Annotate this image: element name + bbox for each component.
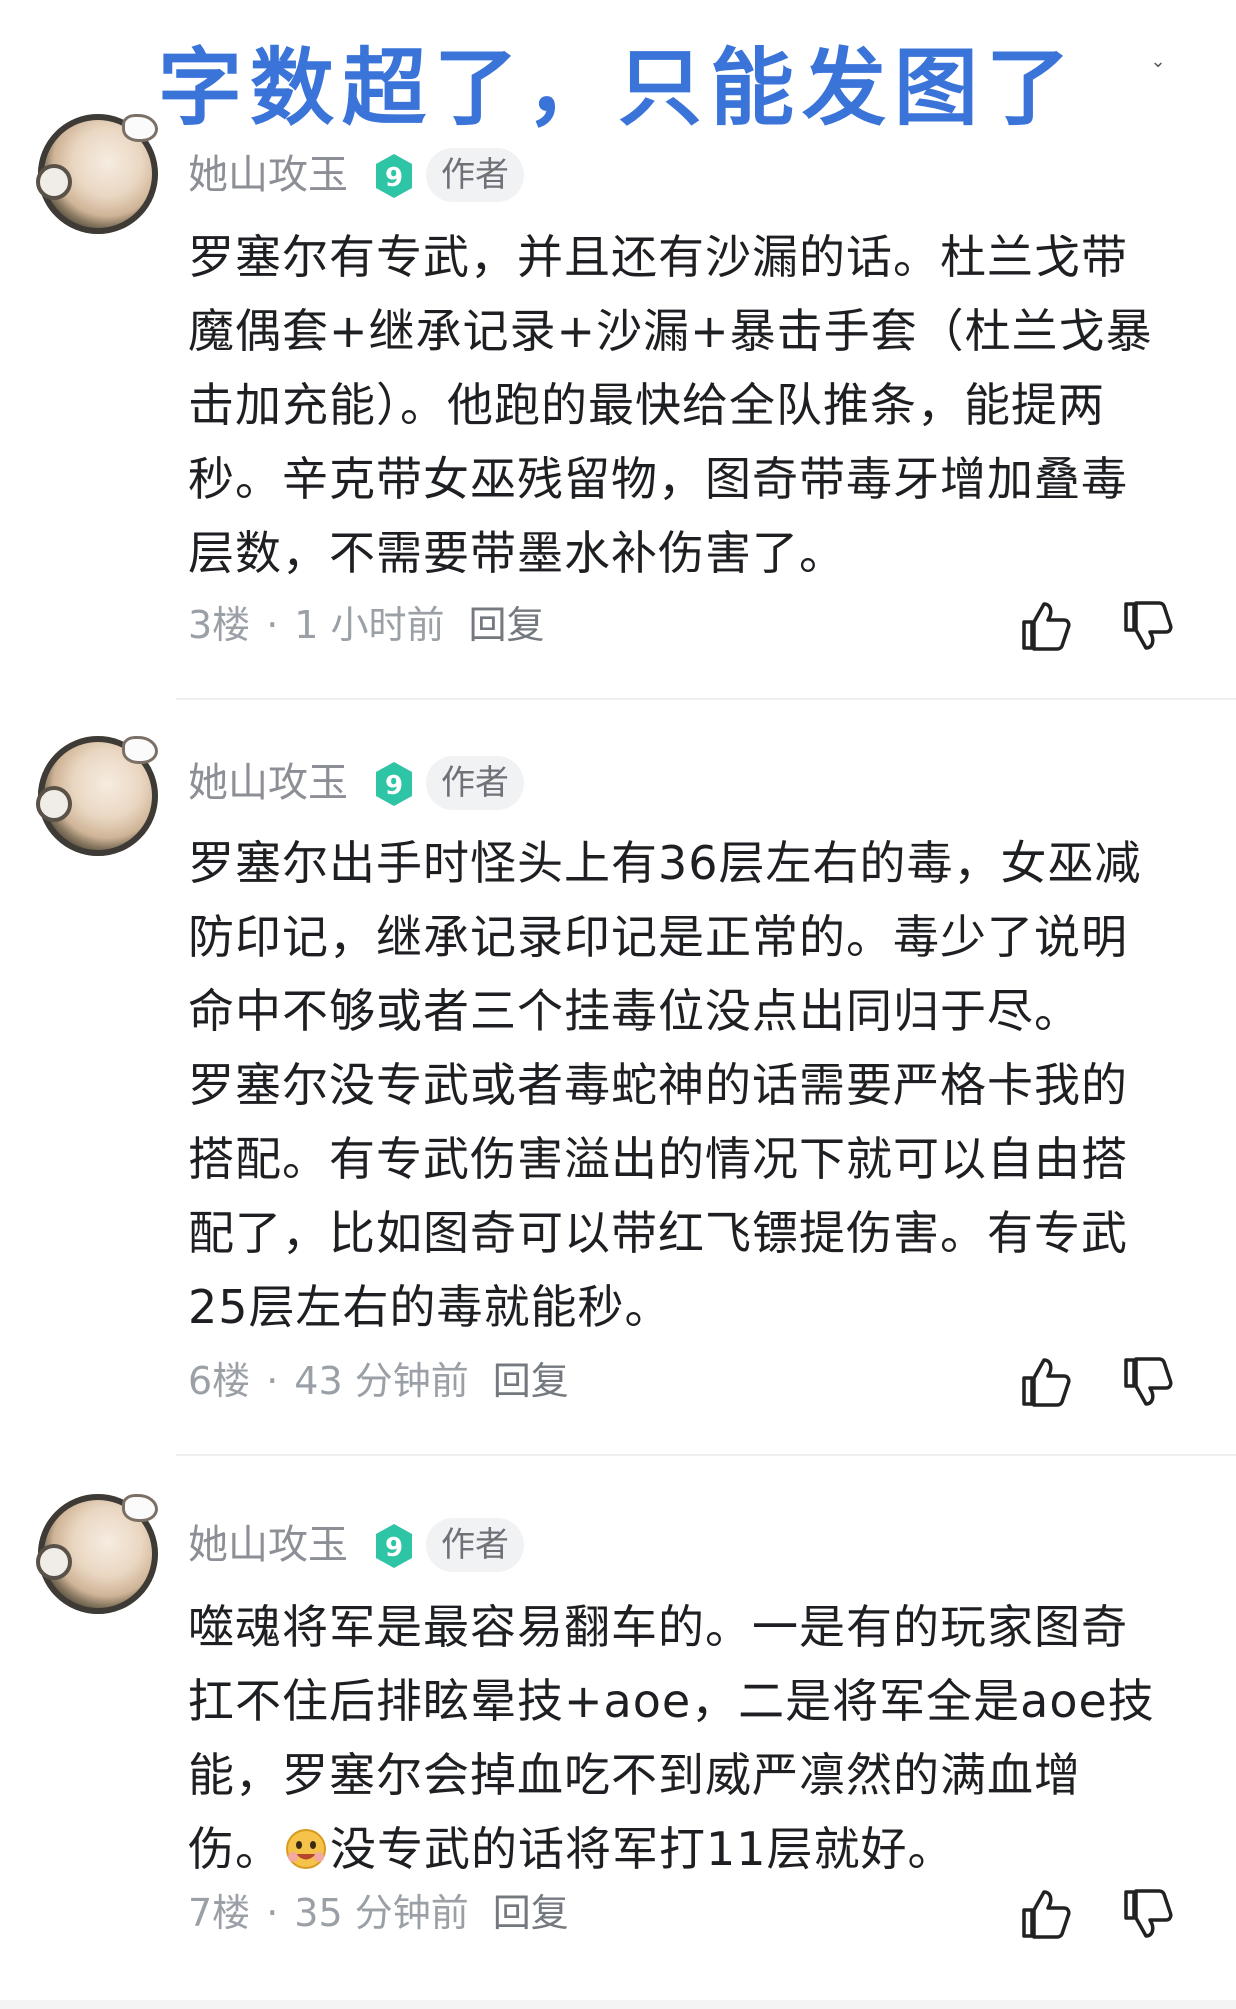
floor-number: 3楼 — [188, 603, 251, 647]
username[interactable]: 她山攻玉 — [188, 150, 348, 200]
author-tag: 作者 — [426, 148, 524, 202]
post-time: 35 分钟前 — [294, 1891, 469, 1935]
thumbs-up-icon[interactable] — [1018, 598, 1074, 654]
reply-button[interactable]: 回复 — [469, 603, 545, 647]
thumbs-down-icon[interactable] — [1120, 1354, 1176, 1410]
reply-button[interactable]: 回复 — [493, 1891, 569, 1935]
comment-divider — [176, 1454, 1236, 1456]
level-number: 9 — [385, 163, 403, 193]
image-caption-banner: 字数超了，只能发图了 — [157, 39, 1078, 137]
username[interactable]: 她山攻玉 — [188, 758, 348, 808]
comment-divider — [176, 698, 1236, 700]
chevron-down-icon[interactable]: ⌄ — [1148, 52, 1168, 72]
avatar-frame — [36, 1494, 158, 1614]
avatar-frame — [36, 736, 158, 856]
thumbs-down-icon[interactable] — [1120, 598, 1176, 654]
comment-paragraph-text: 没专武的话将军打11层就好。 — [330, 1822, 955, 1876]
post-time: 43 分钟前 — [294, 1359, 469, 1403]
level-badge-icon: 9 — [376, 154, 412, 198]
comment-body: 罗塞尔有专武，并且还有沙漏的话。杜兰戈带 魔偶套+继承记录+沙漏+暴击手套（杜兰… — [188, 220, 1178, 590]
avatar-frame — [36, 114, 158, 234]
post-time: 1 小时前 — [294, 603, 445, 647]
thumbs-down-icon[interactable] — [1120, 1886, 1176, 1942]
comment-meta: 7楼 · 35 分钟前 回复 — [188, 1891, 569, 1935]
top-cutoff-fragment — [740, 0, 1170, 6]
comment-paragraph: 罗塞尔出手时怪头上有36层左右的毒，女巫减 防印记，继承记录印记是正常的。毒少了… — [188, 836, 1142, 1038]
author-tag: 作者 — [426, 1518, 524, 1572]
floor-number: 6楼 — [188, 1359, 251, 1403]
comment-paragraph: 罗塞尔没专武或者毒蛇神的话需要严格卡我的 搭配。有专武伤害溢出的情况下就可以自由… — [188, 1058, 1128, 1334]
author-tag: 作者 — [426, 756, 524, 810]
comment-paragraph: 罗塞尔有专武，并且还有沙漏的话。杜兰戈带 魔偶套+继承记录+沙漏+暴击手套（杜兰… — [188, 230, 1153, 580]
level-badge-icon: 9 — [376, 1524, 412, 1568]
bottom-divider — [0, 2000, 1236, 2009]
level-number: 9 — [385, 771, 403, 801]
reply-button[interactable]: 回复 — [493, 1359, 569, 1403]
comment-meta: 6楼 · 43 分钟前 回复 — [188, 1359, 569, 1403]
level-badge-icon: 9 — [376, 762, 412, 806]
grinning-emoji-icon — [286, 1829, 326, 1869]
thumbs-up-icon[interactable] — [1018, 1886, 1074, 1942]
thumbs-up-icon[interactable] — [1018, 1354, 1074, 1410]
comment-paragraph: 噬魂将军是最容易翻车的。一是有的玩家图奇 扛不住后排眩晕技+aoe，二是将军全是… — [188, 1590, 1178, 1886]
comment-body: 噬魂将军是最容易翻车的。一是有的玩家图奇 扛不住后排眩晕技+aoe，二是将军全是… — [188, 1590, 1178, 1886]
floor-number: 7楼 — [188, 1891, 251, 1935]
username[interactable]: 她山攻玉 — [188, 1520, 348, 1570]
comment-body: 罗塞尔出手时怪头上有36层左右的毒，女巫减 防印记，继承记录印记是正常的。毒少了… — [188, 826, 1178, 1344]
comment-meta: 3楼 · 1 小时前 回复 — [188, 603, 545, 647]
level-number: 9 — [385, 1533, 403, 1563]
